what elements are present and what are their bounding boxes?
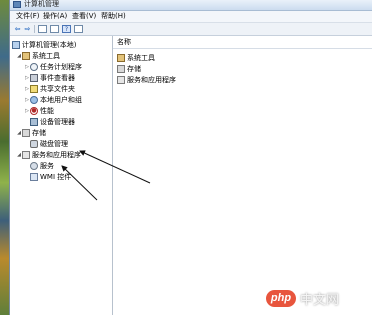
forward-arrow-icon[interactable]: ⇨ xyxy=(23,25,32,33)
computer-management-icon xyxy=(13,1,21,8)
system-tools-icon xyxy=(22,51,30,60)
tree-node-performance[interactable]: ▷ ● 性能 xyxy=(24,105,54,116)
tree-node-local-users[interactable]: ▷ 本地用户和组 xyxy=(24,94,82,105)
tree-label-wmi: WMI 控件 xyxy=(40,172,72,181)
computer-icon xyxy=(12,40,20,49)
system-tools-icon xyxy=(117,53,125,62)
tree-label-system-tools: 系统工具 xyxy=(32,51,60,60)
tree-label-disk-management: 磁盘管理 xyxy=(40,139,68,148)
wmi-control-icon xyxy=(30,172,38,181)
shared-folder-icon xyxy=(30,84,38,93)
event-viewer-icon xyxy=(30,73,38,82)
show-action-pane-icon[interactable] xyxy=(74,25,83,33)
desktop-background-strip xyxy=(0,0,9,315)
export-list-icon[interactable] xyxy=(50,25,59,33)
computer-management-window: 计算机管理 文件(F) 操作(A) 查看(V) 帮助(H) ⇦ ⇨ ? 计算机管… xyxy=(9,0,372,315)
tree-label-shared-folders: 共享文件夹 xyxy=(40,84,75,93)
back-arrow-icon[interactable]: ⇦ xyxy=(13,25,22,33)
services-gear-icon xyxy=(30,161,38,170)
watermark-site-text: 中文网 xyxy=(300,292,340,308)
tree-node-task-scheduler[interactable]: ▷ 任务计划程序 xyxy=(24,61,82,72)
services-and-applications-icon xyxy=(117,75,125,84)
task-scheduler-icon xyxy=(30,62,38,71)
menu-bar: 文件(F) 操作(A) 查看(V) 帮助(H) xyxy=(10,11,372,23)
tree-node-services[interactable]: 服务 xyxy=(30,160,54,171)
storage-icon xyxy=(117,64,125,73)
tree-label-event-viewer: 事件查看器 xyxy=(40,73,75,82)
menu-file[interactable]: 文件(F) xyxy=(16,12,40,21)
tree-node-system-tools[interactable]: ◢ 系统工具 xyxy=(16,50,60,61)
menu-action[interactable]: 操作(A) xyxy=(43,12,67,21)
tree-label-local-users: 本地用户和组 xyxy=(40,95,82,104)
list-item[interactable]: 系统工具 xyxy=(117,52,155,63)
tree-node-device-manager[interactable]: 设备管理器 xyxy=(30,116,75,127)
details-pane: 名称 系统工具 存储 服务和应用程序 xyxy=(113,36,372,315)
list-item[interactable]: 服务和应用程序 xyxy=(117,74,176,85)
column-header-name[interactable]: 名称 xyxy=(113,36,372,49)
tree-node-root[interactable]: 计算机管理(本地) xyxy=(12,39,76,50)
tree-node-shared-folders[interactable]: ▷ 共享文件夹 xyxy=(24,83,75,94)
show-hide-console-tree-icon[interactable] xyxy=(38,25,47,33)
tree-label-performance: 性能 xyxy=(40,106,54,115)
menu-help[interactable]: 帮助(H) xyxy=(101,12,126,21)
tree-node-event-viewer[interactable]: ▷ 事件查看器 xyxy=(24,72,75,83)
php-logo: php xyxy=(266,289,296,307)
list-item-label: 系统工具 xyxy=(127,53,155,62)
services-and-applications-icon xyxy=(22,150,30,159)
toolbar: ⇦ ⇨ ? xyxy=(10,23,372,36)
list-item[interactable]: 存储 xyxy=(117,63,141,74)
performance-icon: ● xyxy=(30,106,38,115)
toolbar-separator xyxy=(34,25,35,33)
list-item-label: 存储 xyxy=(127,64,141,73)
tree-label-root: 计算机管理(本地) xyxy=(22,40,77,49)
tree-node-storage[interactable]: ◢ 存储 xyxy=(16,127,46,138)
tree-node-wmi[interactable]: WMI 控件 xyxy=(30,171,71,182)
disk-management-icon xyxy=(30,139,38,148)
tree-label-storage: 存储 xyxy=(32,128,46,137)
users-icon xyxy=(30,95,38,104)
console-tree: 计算机管理(本地) ◢ 系统工具 ▷ 任务计划程序 ▷ 事件查看器 ▷ 共享文件… xyxy=(10,36,113,315)
tree-label-device-manager: 设备管理器 xyxy=(40,117,75,126)
help-icon[interactable]: ? xyxy=(62,25,71,33)
tree-label-services: 服务 xyxy=(40,161,54,170)
tree-node-services-apps[interactable]: ◢ 服务和应用程序 xyxy=(16,149,81,160)
list-item-label: 服务和应用程序 xyxy=(127,75,176,84)
title-bar[interactable]: 计算机管理 xyxy=(10,0,372,11)
window-title: 计算机管理 xyxy=(24,0,59,8)
column-header-label: 名称 xyxy=(117,38,131,46)
device-manager-icon xyxy=(30,117,38,126)
tree-node-disk-management[interactable]: 磁盘管理 xyxy=(30,138,68,149)
site-watermark: php 中文网 xyxy=(266,289,340,308)
menu-view[interactable]: 查看(V) xyxy=(72,12,96,21)
tree-label-services-apps: 服务和应用程序 xyxy=(32,150,81,159)
tree-label-task-scheduler: 任务计划程序 xyxy=(40,62,82,71)
storage-icon xyxy=(22,128,30,137)
